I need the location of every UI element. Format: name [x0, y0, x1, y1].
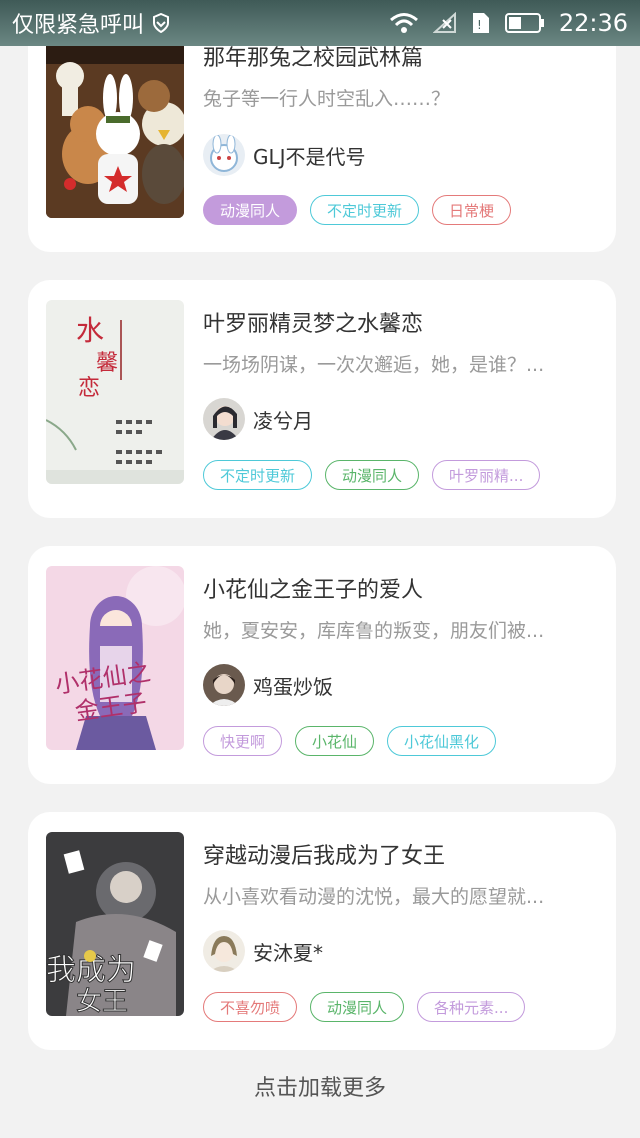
shield-icon [152, 13, 170, 33]
tag[interactable]: 不定时更新 [203, 460, 313, 490]
story-card[interactable]: 小花仙之 金王子 小花仙之金王子的爱人 她，夏安安，库库鲁的叛变，朋友们被...… [28, 546, 616, 784]
story-cover[interactable] [46, 34, 184, 218]
author-row[interactable]: 鸡蛋炒饭 [203, 664, 333, 706]
tag[interactable]: 快更啊 [203, 726, 283, 756]
story-card[interactable]: 我成为 女王 穿越动漫后我成为了女王 从小喜欢看动漫的沈悦，最大的愿望就... … [28, 812, 616, 1050]
author-name: GLJ不是代号 [253, 144, 366, 169]
tag[interactable]: 不喜勿喷 [203, 992, 298, 1022]
signal-icon [432, 12, 457, 34]
story-cover[interactable]: 小花仙之 金王子 [46, 566, 184, 750]
tag[interactable]: 不定时更新 [310, 195, 420, 225]
author-row[interactable]: 凌兮月 [203, 398, 313, 440]
tag[interactable]: 叶罗丽精... [432, 460, 541, 490]
battery-icon [504, 12, 545, 34]
avatar [203, 398, 245, 440]
svg-text:女王: 女王 [76, 987, 128, 1016]
author-name: 鸡蛋炒饭 [253, 674, 333, 699]
avatar [203, 134, 245, 176]
status-bar: 仅限紧急呼叫 ! 22:36 [0, 0, 640, 46]
carrier-label: 仅限紧急呼叫 [12, 13, 145, 38]
sim-icon: ! [471, 11, 491, 35]
tag[interactable]: 动漫同人 [310, 992, 405, 1022]
avatar [203, 664, 245, 706]
author-row[interactable]: 安沐夏* [203, 930, 323, 972]
tag[interactable]: 各种元素... [417, 992, 526, 1022]
tag[interactable]: 小花仙黑化 [387, 726, 497, 756]
svg-text:馨: 馨 [96, 351, 118, 376]
tag[interactable]: 日常梗 [432, 195, 512, 225]
story-summary: 从小喜欢看动漫的沈悦，最大的愿望就... [203, 886, 545, 908]
story-summary: 她，夏安安，库库鲁的叛变，朋友们被... [203, 620, 545, 642]
tag-list: 不定时更新 动漫同人 叶罗丽精... [203, 460, 541, 490]
svg-text:!: ! [477, 18, 482, 32]
story-title[interactable]: 叶罗丽精灵梦之水馨恋 [203, 306, 423, 338]
story-cover[interactable]: 我成为 女王 [46, 832, 184, 1016]
tag-list: 动漫同人 不定时更新 日常梗 [203, 195, 512, 225]
story-cover[interactable]: 水 馨 恋 [46, 300, 184, 484]
tag[interactable]: 动漫同人 [203, 195, 298, 225]
story-card[interactable]: 水 馨 恋 叶罗丽精灵梦之水馨恋 一场场阴谋，一次次邂逅，她，是谁？... 凌兮… [28, 280, 616, 518]
story-summary: 一场场阴谋，一次次邂逅，她，是谁？... [203, 354, 545, 376]
wifi-icon [389, 12, 419, 34]
story-title[interactable]: 穿越动漫后我成为了女王 [203, 838, 445, 870]
story-summary: 兔子等一行人时空乱入……？ [203, 88, 451, 110]
svg-text:水: 水 [76, 314, 104, 347]
tag[interactable]: 动漫同人 [325, 460, 420, 490]
clock: 22:36 [558, 9, 628, 37]
tag-list: 快更啊 小花仙 小花仙黑化 [203, 726, 497, 756]
svg-text:恋: 恋 [78, 376, 100, 401]
avatar [203, 930, 245, 972]
load-more-button[interactable]: 点击加载更多 [0, 1070, 640, 1102]
tag-list: 不喜勿喷 动漫同人 各种元素... [203, 992, 526, 1022]
tag[interactable]: 小花仙 [295, 726, 375, 756]
author-name: 凌兮月 [253, 408, 313, 433]
story-title[interactable]: 小花仙之金王子的爱人 [203, 572, 423, 604]
author-row[interactable]: GLJ不是代号 [203, 134, 366, 176]
author-name: 安沐夏* [253, 940, 323, 965]
